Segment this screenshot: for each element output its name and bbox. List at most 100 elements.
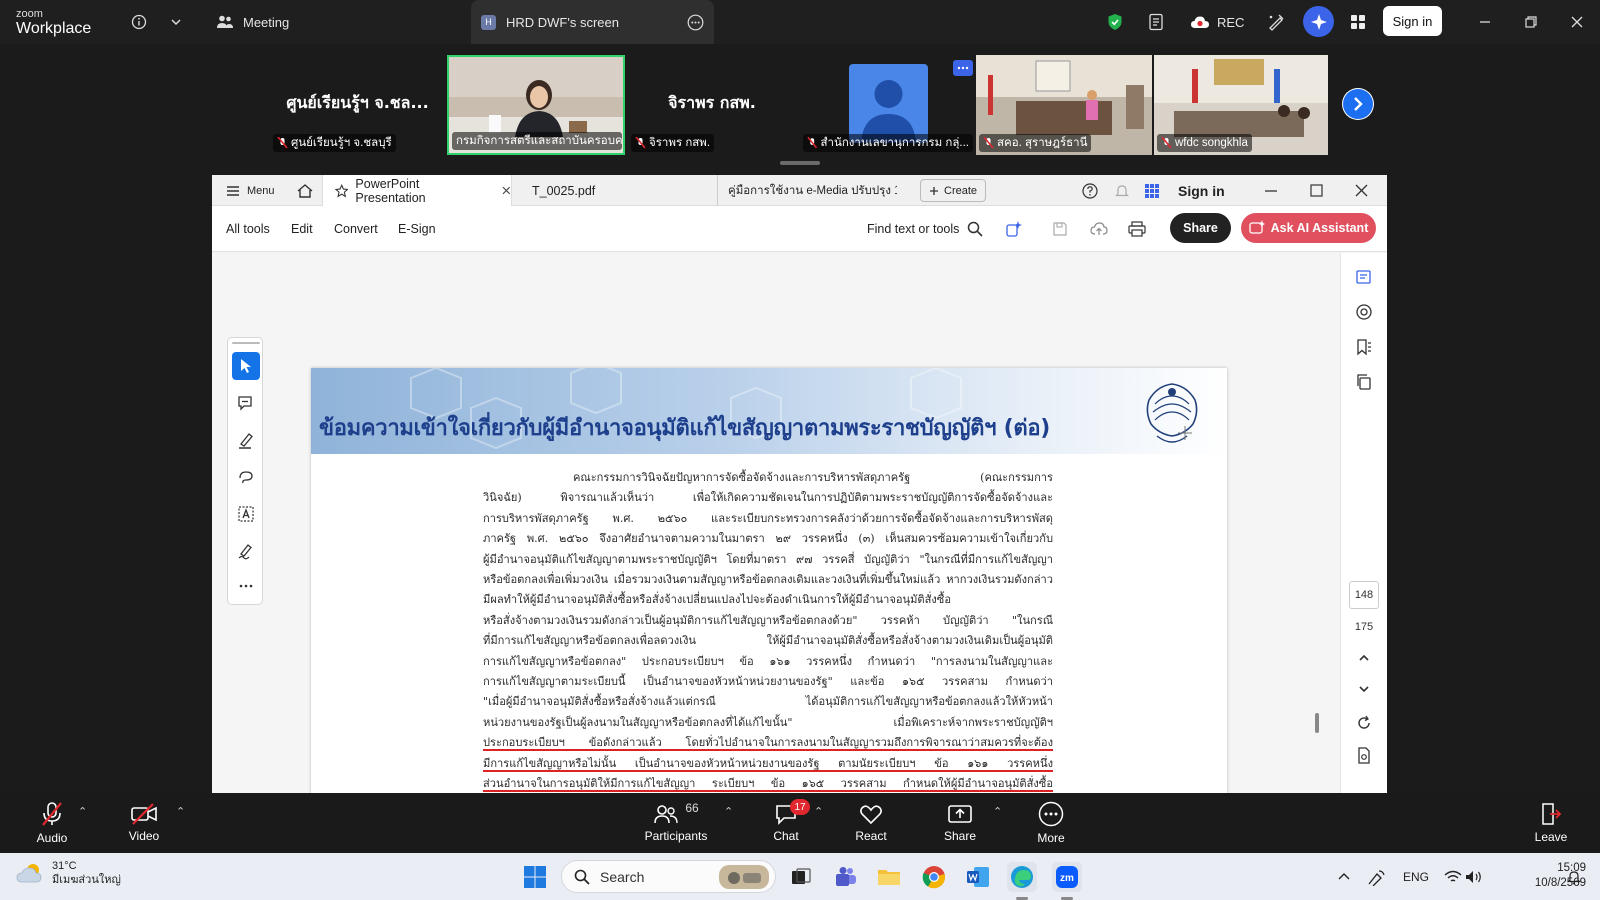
acrobat-share-button[interactable]: Share (1170, 213, 1231, 243)
screen-share-tab[interactable]: H HRD DWF's screen (471, 0, 714, 44)
select-tool-icon[interactable] (232, 352, 260, 380)
apps-grid-icon[interactable] (1350, 0, 1366, 44)
notes-icon[interactable] (1147, 0, 1165, 44)
word-icon[interactable] (963, 862, 993, 892)
participant-tile[interactable]: สำนักงานเลขานุการกรม กลุ่... (800, 55, 974, 155)
participants-options-caret[interactable]: ⌃ (724, 805, 733, 818)
save-icon[interactable] (1052, 206, 1068, 252)
comment-tool-icon[interactable] (232, 389, 260, 417)
chat-options-caret[interactable]: ⌃ (814, 805, 823, 818)
tab-emedia-manual[interactable]: คู่มือการใช้งาน e-Media ปรับปรุง 18 ... (717, 175, 897, 206)
esign-menu[interactable]: E-Sign (398, 206, 436, 252)
pdf-page[interactable]: ข้อมความเข้าใจเกี่ยวกับผู้มีอำนาจอนุมัติ… (311, 368, 1227, 793)
ai-tools-icon[interactable] (1005, 206, 1023, 252)
find-text-or-tools[interactable]: Find text or tools (867, 206, 983, 252)
minimize-icon[interactable] (1478, 0, 1492, 44)
video-button[interactable]: Video (124, 793, 164, 853)
restore-icon[interactable] (1524, 0, 1538, 44)
rotate-icon[interactable] (1353, 712, 1375, 734)
acrobat-minimize-icon[interactable] (1264, 175, 1278, 206)
audio-options-caret[interactable]: ⌃ (78, 805, 87, 818)
show-hidden-icons[interactable] (1329, 862, 1359, 892)
chrome-icon[interactable] (919, 862, 949, 892)
more-button[interactable]: More (1031, 793, 1071, 853)
weather-widget[interactable]: 31°C มีเมฆส่วนใหญ่ (16, 859, 121, 887)
shield-icon[interactable] (1107, 0, 1123, 44)
copy-pages-icon[interactable] (1353, 371, 1375, 393)
create-button[interactable]: Create (920, 179, 987, 202)
home-icon[interactable] (296, 175, 314, 206)
more-tools-icon[interactable] (232, 572, 260, 600)
meeting-tab[interactable]: Meeting (216, 0, 289, 44)
page-thumbnails-icon[interactable] (1353, 266, 1375, 288)
apps-icon[interactable] (1144, 175, 1160, 206)
chevron-down-icon[interactable] (170, 0, 182, 44)
react-button[interactable]: React (851, 793, 891, 853)
help-icon[interactable] (1082, 175, 1098, 206)
participants-count: 66 (685, 801, 699, 815)
language-indicator[interactable]: ENG (1398, 862, 1434, 892)
start-icon[interactable] (520, 862, 550, 892)
tab-t0025-pdf[interactable]: T_0025.pdf (532, 175, 595, 206)
leave-button[interactable]: Leave (1533, 793, 1569, 853)
next-page-icon[interactable] (1353, 678, 1375, 700)
network-pen-icon[interactable] (1362, 862, 1392, 892)
participant-tile[interactable]: wfdc songkhla (1154, 55, 1328, 155)
slide-text-line: ส่วนอำนาจในการอนุมัติให้มีการแก้ไขสัญญา … (483, 777, 1053, 791)
comments-panel-icon[interactable] (1353, 301, 1375, 323)
vertical-scrollbar[interactable] (1315, 713, 1319, 733)
participants-button[interactable]: 66 Participants (643, 793, 709, 853)
document-viewport[interactable]: ข้อมความเข้าใจเกี่ยวกับผู้มีอำนาจอนุมัติ… (212, 253, 1340, 793)
edge-icon[interactable] (1007, 862, 1037, 892)
task-view-icon[interactable] (786, 862, 816, 892)
tab-close-icon[interactable] (502, 186, 511, 195)
teams-icon[interactable] (830, 862, 860, 892)
recording-indicator[interactable]: REC (1190, 0, 1244, 44)
zoom-app-icon[interactable]: zm (1052, 862, 1082, 892)
more-options-icon[interactable] (687, 14, 704, 31)
tab-powerpoint-presentation[interactable]: PowerPoint Presentation (322, 175, 512, 206)
cloud-upload-icon[interactable] (1090, 206, 1108, 252)
ai-companion-button[interactable] (1303, 6, 1334, 37)
notification-bell-icon[interactable] (1559, 862, 1589, 892)
participant-tile[interactable]: จิราพร กสพ. จิราพร กสพ. (628, 55, 796, 155)
previous-page-icon[interactable] (1353, 647, 1375, 669)
participant-tile-active-speaker[interactable]: กรมกิจการสตรีและสถาบันครอบค... (447, 55, 625, 155)
ask-ai-assistant-button[interactable]: Ask AI Assistant (1241, 213, 1376, 243)
annotate-icon[interactable] (1267, 0, 1285, 44)
print-icon[interactable] (1128, 206, 1146, 252)
participant-tile[interactable]: สคอ. สุราษฎร์ธานี (976, 55, 1152, 155)
acrobat-menu[interactable]: Menu (226, 175, 275, 206)
participant-tile[interactable]: ศูนย์เรียนรู้ฯ จ.ชล... ศูนย์เรียนรู้ฯ จ.… (270, 55, 445, 155)
acrobat-close-icon[interactable] (1355, 175, 1368, 206)
edit-menu[interactable]: Edit (291, 206, 313, 252)
tools-drag-handle[interactable] (232, 342, 260, 344)
highlight-tool-icon[interactable] (232, 426, 260, 454)
all-tools-menu[interactable]: All tools (226, 206, 270, 252)
acrobat-signin[interactable]: Sign in (1178, 175, 1225, 206)
audio-button[interactable]: Audio (32, 793, 72, 853)
acrobat-maximize-icon[interactable] (1310, 175, 1323, 206)
taskbar-search[interactable]: Search (561, 860, 776, 893)
zoom-signin-button[interactable]: Sign in (1383, 6, 1442, 36)
file-explorer-icon[interactable] (874, 862, 904, 892)
next-page-button[interactable] (1342, 88, 1374, 120)
current-page-field[interactable]: 148 (1349, 581, 1379, 609)
volume-icon[interactable] (1458, 862, 1488, 892)
share-options-caret[interactable]: ⌃ (993, 805, 1002, 818)
bell-icon[interactable] (1114, 175, 1130, 206)
page-scan-icon[interactable] (1353, 745, 1375, 767)
bookmarks-icon[interactable] (1353, 336, 1375, 358)
strip-resize-handle[interactable] (780, 161, 820, 165)
share-screen-button[interactable]: Share (940, 793, 980, 853)
text-box-tool-icon[interactable] (232, 500, 260, 528)
meeting-info-icon[interactable] (131, 0, 147, 44)
video-options-caret[interactable]: ⌃ (176, 805, 185, 818)
convert-menu[interactable]: Convert (334, 206, 378, 252)
partly-cloudy-icon (16, 864, 42, 883)
sign-tool-icon[interactable] (232, 537, 260, 565)
zoom-window: zoom Workplace Meeting H HRD DWF's scree… (0, 0, 1600, 900)
draw-tool-icon[interactable] (232, 463, 260, 491)
close-icon[interactable] (1570, 0, 1584, 44)
tile-more-icon[interactable] (953, 60, 973, 76)
